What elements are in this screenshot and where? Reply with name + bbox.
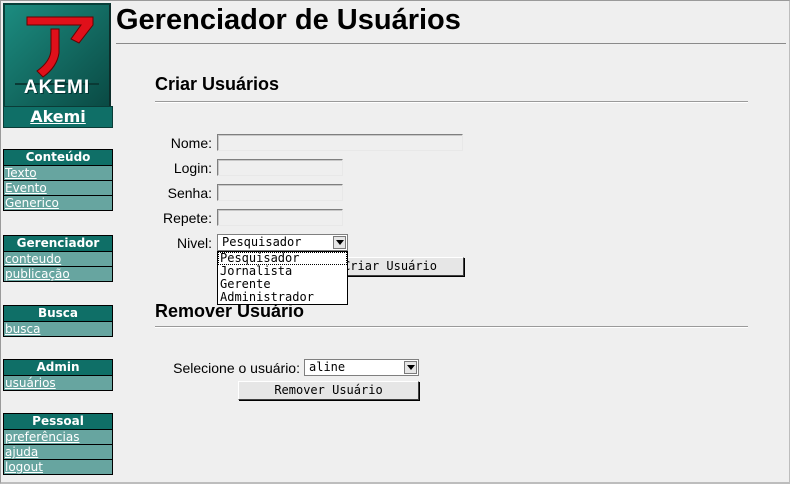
repete-label: Repete: <box>162 210 212 226</box>
menu-admin: Admin usuários <box>3 359 113 391</box>
user-selected-value: aline <box>309 360 346 374</box>
login-label: Login: <box>173 160 212 176</box>
menu-pessoal: Pessoal preferências ajuda logout <box>3 413 113 475</box>
menu-link-evento[interactable]: Evento <box>3 181 113 196</box>
menu-link-logout[interactable]: logout <box>3 460 113 475</box>
menu-gerenciador: Gerenciador conteudo publicação <box>3 235 113 282</box>
brand-bar: Akemi <box>3 106 113 128</box>
chevron-down-icon[interactable] <box>333 236 346 249</box>
logo-text: AKEMI <box>23 77 91 98</box>
menu-head-admin: Admin <box>3 359 113 376</box>
nivel-label: Nivel: <box>176 235 212 251</box>
user-select[interactable]: aline <box>304 359 419 376</box>
menu-head-conteudo: Conteúdo <box>3 149 113 166</box>
remove-user-button[interactable]: Remover Usuário <box>238 381 419 400</box>
nivel-select[interactable]: Pesquisador <box>217 234 348 251</box>
menu-link-publicacao[interactable]: publicação <box>3 267 113 282</box>
title-divider <box>116 43 786 44</box>
brand-link[interactable]: Akemi <box>30 107 86 126</box>
create-divider <box>155 101 748 103</box>
page-title: Gerenciador de Usuários <box>116 4 461 36</box>
chevron-down-icon[interactable] <box>404 361 417 374</box>
menu-link-preferencias[interactable]: preferências <box>3 430 113 445</box>
menu-head-busca: Busca <box>3 305 113 322</box>
repete-field[interactable] <box>217 209 343 226</box>
menu-link-texto[interactable]: Texto <box>3 166 113 181</box>
menu-link-usuarios[interactable]: usuários <box>3 376 113 391</box>
user-select-label: Selecione o usuário: <box>173 360 300 376</box>
menu-busca: Busca busca <box>3 305 113 337</box>
remove-divider <box>155 326 748 328</box>
nome-label: Nome: <box>170 135 212 151</box>
senha-label: Senha: <box>167 185 212 201</box>
login-field[interactable] <box>217 159 343 176</box>
menu-head-gerenciador: Gerenciador <box>3 235 113 252</box>
nivel-option-administrador[interactable]: Administrador <box>218 291 347 304</box>
menu-head-pessoal: Pessoal <box>3 413 113 430</box>
akemi-logo-icon: AKEMI <box>3 3 111 108</box>
senha-field[interactable] <box>217 184 343 201</box>
menu-conteudo: Conteúdo Texto Evento Generico <box>3 149 113 211</box>
menu-link-ajuda[interactable]: ajuda <box>3 445 113 460</box>
nivel-selected-value: Pesquisador <box>222 235 302 249</box>
nome-field[interactable] <box>217 134 463 151</box>
menu-link-generico[interactable]: Generico <box>3 196 113 211</box>
nivel-dropdown-list: Pesquisador Jornalista Gerente Administr… <box>217 251 348 305</box>
window-frame <box>0 0 790 484</box>
menu-link-busca[interactable]: busca <box>3 322 113 337</box>
menu-link-conteudo[interactable]: conteudo <box>3 252 113 267</box>
create-heading: Criar Usuários <box>155 74 280 94</box>
